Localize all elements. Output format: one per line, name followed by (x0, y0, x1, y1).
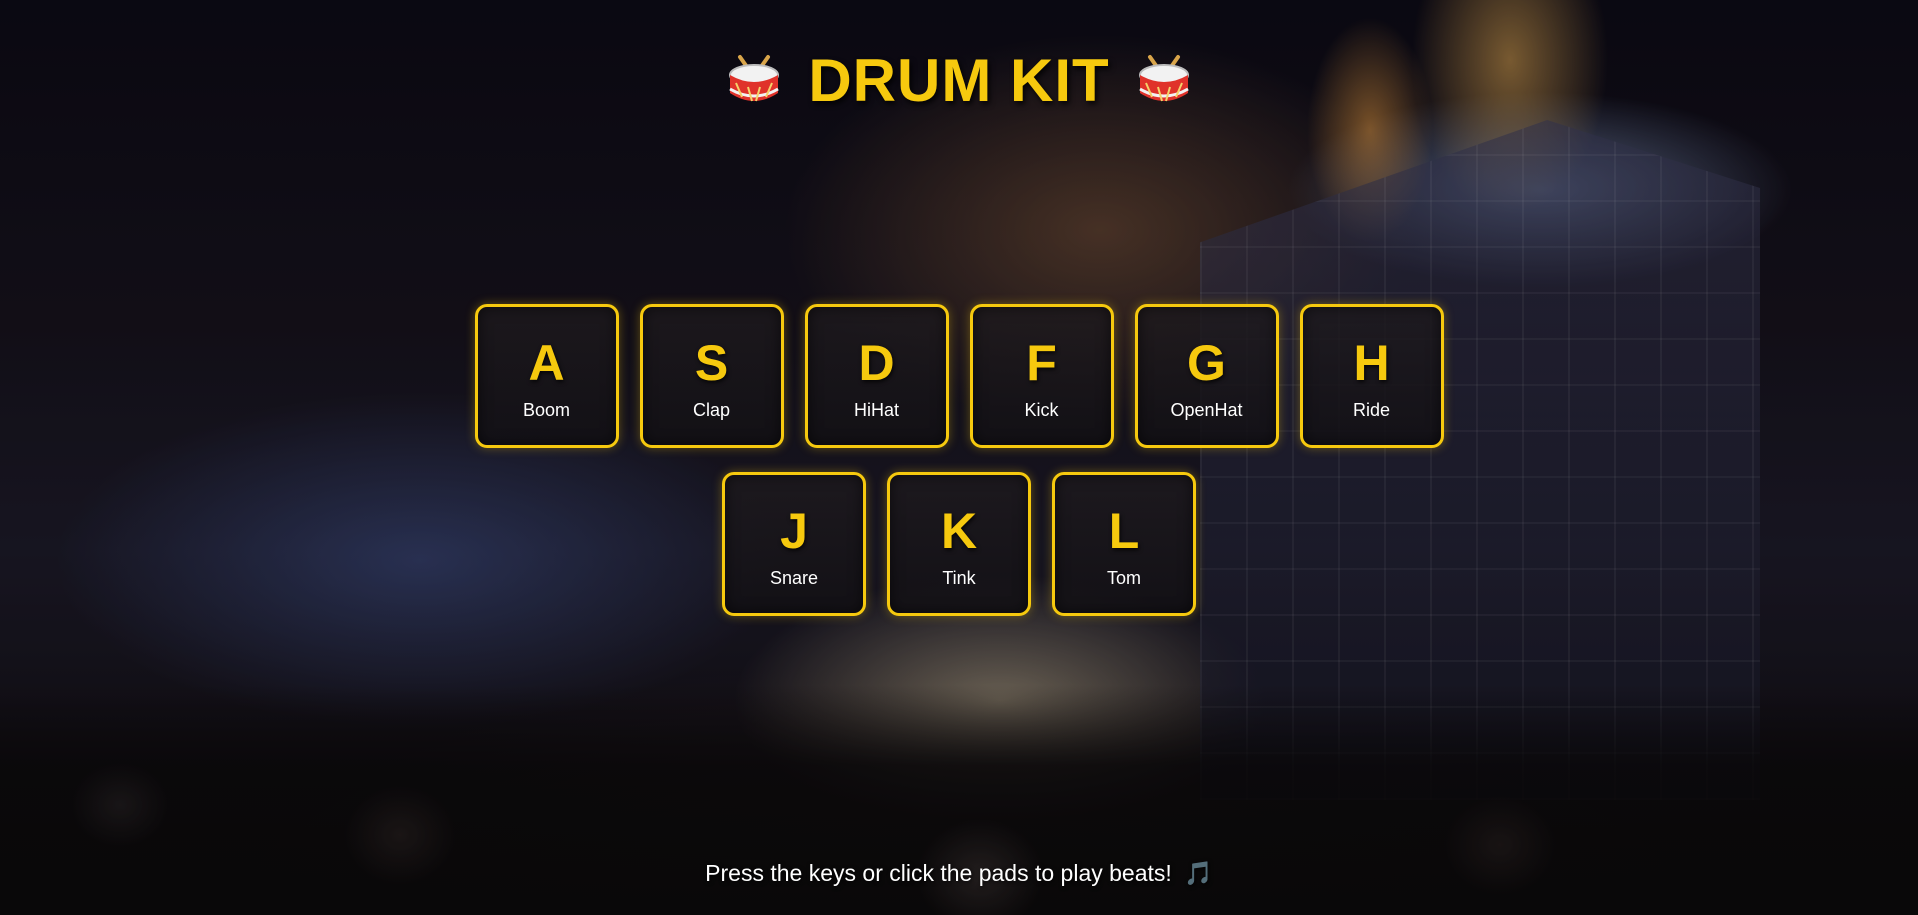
page-title: DRUM KIT (0, 46, 1918, 115)
drum-pad-f[interactable]: F Kick (969, 304, 1114, 448)
drum-pad-j[interactable]: J Snare (722, 472, 866, 616)
drum-pad-d[interactable]: D HiHat (804, 304, 949, 448)
drum-pad-l[interactable]: L Tom (1052, 472, 1196, 616)
pad-key: K (940, 502, 978, 559)
pad-key: F (1026, 334, 1057, 391)
pad-sound-label: Kick (1024, 399, 1059, 420)
pad-key: H (1353, 334, 1390, 391)
drum-icon (726, 53, 782, 109)
drum-pad-h[interactable]: H Ride (1299, 304, 1444, 448)
pad-key: S (694, 334, 729, 391)
drum-pad-a[interactable]: A Boom (474, 304, 619, 448)
drum-pad-g[interactable]: G OpenHat (1134, 304, 1279, 448)
pad-sound-label: Tom (1106, 567, 1141, 588)
drum-icon (1136, 53, 1192, 109)
title-text: DRUM KIT (808, 47, 1110, 114)
pad-key: A (528, 334, 565, 391)
background-overlay (0, 0, 1918, 915)
pads-row-top: A Boom S Clap D HiHat F Kick G OpenHat H… (0, 304, 1918, 448)
pad-key: J (780, 502, 808, 559)
play-hint: Press the keys or click the pads to play… (0, 860, 1918, 887)
pads-row-bottom: J Snare K Tink L Tom (0, 472, 1918, 616)
pad-key: L (1108, 502, 1140, 559)
pad-sound-label: Ride (1352, 399, 1391, 420)
pad-sound-label: OpenHat (1170, 399, 1243, 420)
drum-pad-s[interactable]: S Clap (639, 304, 784, 448)
pad-sound-label: Clap (692, 399, 731, 420)
pad-key: D (858, 334, 895, 391)
hint-text: Press the keys or click the pads to play… (705, 860, 1172, 886)
pad-sound-label: Tink (942, 567, 976, 588)
pad-sound-label: Boom (522, 399, 571, 420)
drum-pad-k[interactable]: K Tink (887, 472, 1031, 616)
pad-key: G (1187, 334, 1226, 391)
music-note-icon: 🎵 (1184, 860, 1213, 886)
pad-sound-label: Snare (769, 567, 819, 588)
pad-sound-label: HiHat (853, 399, 899, 420)
